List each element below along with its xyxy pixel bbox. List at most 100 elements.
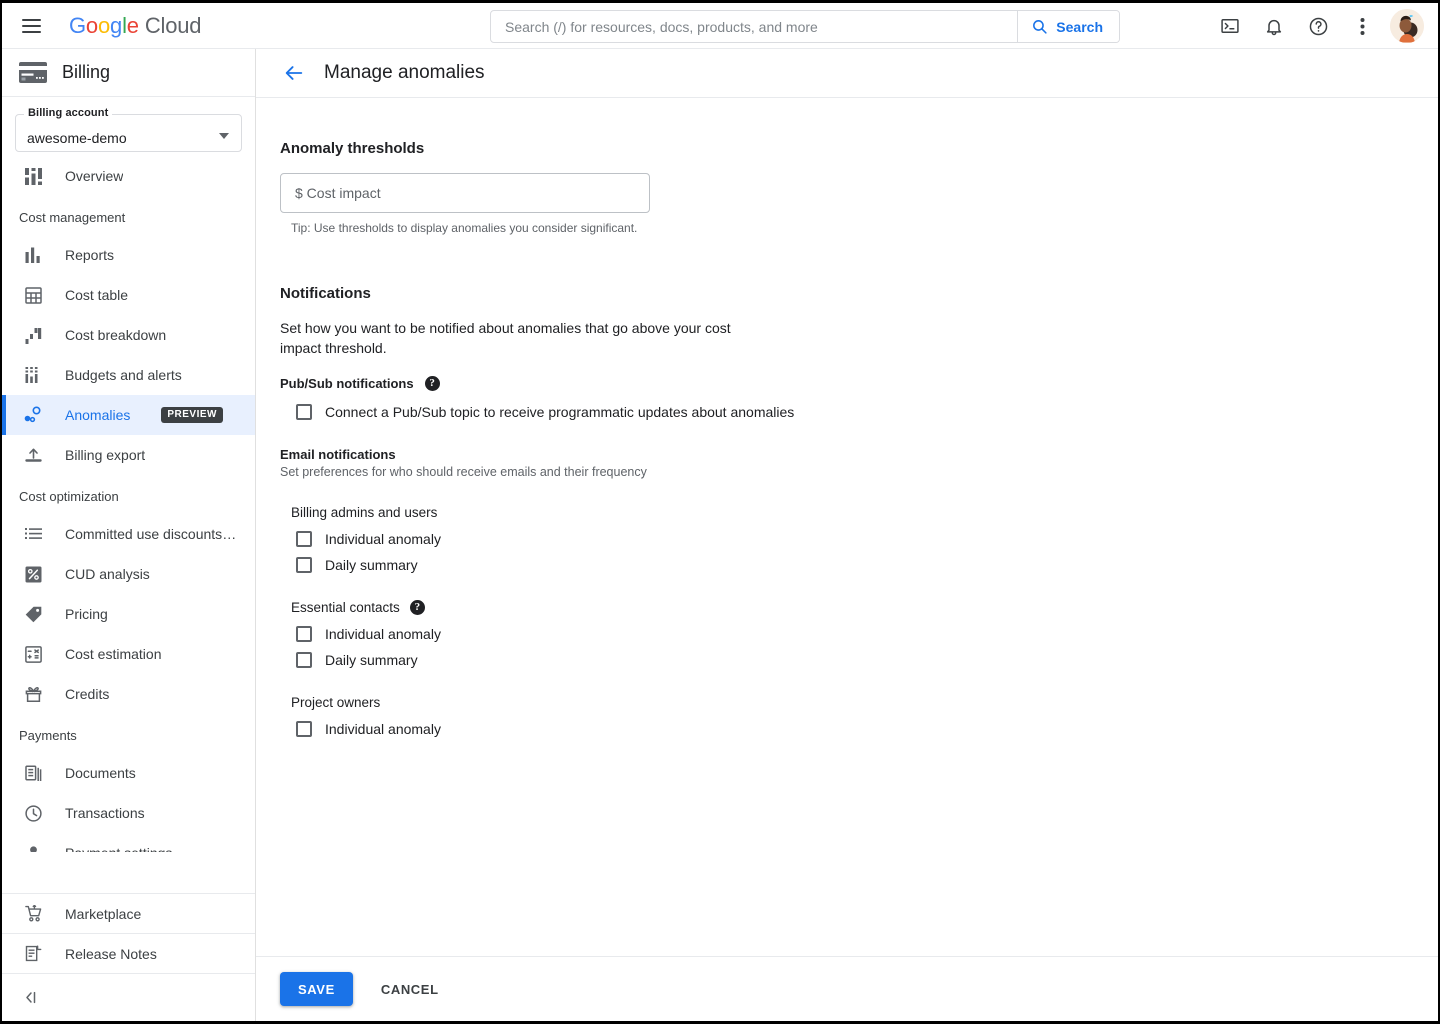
sidebar-item-cost-table[interactable]: Cost table (2, 275, 255, 315)
checkbox-row-individual-anomaly[interactable]: Individual anomaly (296, 621, 1438, 647)
sidebar-item-transactions[interactable]: Transactions (2, 793, 255, 833)
billing-account-label: Billing account (24, 107, 113, 119)
sidebar-scroll-area[interactable]: Billing account awesome-demo Overview Co… (2, 98, 255, 852)
hamburger-menu-icon[interactable] (22, 14, 46, 38)
help-filled-icon[interactable]: ? (409, 600, 425, 615)
sidebar-item-label: Transactions (65, 805, 145, 821)
billing-sidebar: Billing Billing account awesome-demo Ove… (2, 49, 256, 1021)
shopping-cart-icon (23, 904, 43, 924)
checkbox-row-individual-anomaly[interactable]: Individual anomaly (296, 526, 1438, 552)
sidebar-section-cost-optimization: Cost optimization (19, 489, 119, 504)
sidebar-item-credits[interactable]: Credits (2, 674, 255, 714)
pubsub-checkbox-row[interactable]: Connect a Pub/Sub topic to receive progr… (296, 399, 1438, 425)
pubsub-checkbox[interactable] (296, 404, 312, 420)
search-button[interactable]: Search (1017, 11, 1119, 42)
search-input[interactable] (491, 11, 1018, 42)
page-title: Manage anomalies (324, 62, 485, 83)
checkbox[interactable] (296, 652, 312, 668)
anomaly-dots-icon (23, 405, 43, 425)
notifications-description: Set how you want to be notified about an… (280, 320, 731, 356)
sidebar-item-anomalies[interactable]: Anomalies PREVIEW (2, 395, 255, 435)
checkbox-row-daily-summary[interactable]: Daily summary (296, 647, 1438, 673)
group-title: Project owners (291, 695, 381, 710)
sidebar-item-release-notes[interactable]: Release Notes (2, 933, 255, 973)
notifications-heading: Notifications (280, 285, 371, 302)
global-search[interactable]: Search (490, 10, 1120, 43)
table-icon (23, 285, 43, 305)
sidebar-item-cost-breakdown[interactable]: Cost breakdown (2, 315, 255, 355)
sidebar-item-reports[interactable]: Reports (2, 235, 255, 275)
checkbox-label: Individual anomaly (325, 626, 441, 642)
group-title: Billing admins and users (291, 505, 438, 520)
cost-impact-input[interactable] (280, 173, 650, 213)
sidebar-item-overview[interactable]: Overview (2, 156, 255, 196)
waterfall-icon (23, 325, 43, 345)
checkbox[interactable] (296, 557, 312, 573)
bar-chart-icon (23, 245, 43, 265)
notifications-bell-icon[interactable] (1252, 4, 1296, 48)
app-window: Google Cloud Search (/) for resources, d… (0, 0, 1440, 1024)
cancel-button[interactable]: CANCEL (371, 972, 449, 1006)
sidebar-item-label: Credits (65, 686, 110, 702)
brand-cloud-text: Cloud (144, 12, 202, 38)
sidebar-product-title: Billing (62, 62, 111, 82)
form-action-bar: SAVE CANCEL (256, 956, 1438, 1021)
dashboard-icon (23, 166, 43, 186)
checkbox[interactable] (296, 531, 312, 547)
user-avatar[interactable] (1390, 9, 1424, 43)
sidebar-item-documents[interactable]: Documents (2, 753, 255, 793)
sidebar-item-committed-use-discounts[interactable]: Committed use discounts (C... (2, 514, 255, 554)
sidebar-header: Billing (2, 49, 255, 97)
checkbox[interactable] (296, 626, 312, 642)
save-button[interactable]: SAVE (280, 972, 353, 1006)
sidebar-item-label: Cost breakdown (65, 327, 167, 343)
main-content: Manage anomalies Anomaly thresholds Tip:… (256, 49, 1438, 1021)
collapse-sidebar-button[interactable] (2, 973, 255, 1021)
billing-account-select[interactable]: Billing account awesome-demo (15, 107, 242, 152)
checkbox[interactable] (296, 721, 312, 737)
checkbox-label: Daily summary (325, 652, 418, 668)
google-cloud-logo[interactable]: Google Cloud (69, 13, 201, 39)
top-bar-actions (1208, 3, 1424, 49)
sidebar-pinned-section: Marketplace Release Notes (2, 893, 255, 1021)
sidebar-item-label: Budgets and alerts (65, 367, 182, 383)
sidebar-item-label: Documents (65, 765, 136, 781)
billing-account-value: awesome-demo (27, 130, 127, 146)
email-notifications-heading: Email notifications (280, 447, 396, 462)
group-project-owners: Project owners Individual anomaly (280, 695, 1438, 742)
budget-bars-icon (23, 365, 43, 385)
arrow-back-icon[interactable] (282, 61, 306, 85)
list-icon (23, 524, 43, 544)
sidebar-item-cost-estimation[interactable]: Cost estimation (2, 634, 255, 674)
checkbox-row-individual-anomaly[interactable]: Individual anomaly (296, 716, 1438, 742)
sidebar-item-payment-settings[interactable]: Payment settings (2, 833, 255, 852)
pubsub-label-row: Pub/Sub notifications ? (280, 376, 1438, 391)
checkbox-label: Individual anomaly (325, 721, 441, 737)
kebab-more-icon[interactable] (1340, 4, 1384, 48)
group-billing-admins-and-users: Billing admins and users Individual anom… (280, 505, 1438, 578)
documents-icon (23, 763, 43, 783)
checkbox-row-daily-summary[interactable]: Daily summary (296, 552, 1438, 578)
sidebar-item-billing-export[interactable]: Billing export (2, 435, 255, 475)
sidebar-section-payments: Payments (19, 728, 77, 743)
chevron-down-icon (219, 133, 229, 139)
sidebar-item-cud-analysis[interactable]: CUD analysis (2, 554, 255, 594)
help-filled-icon[interactable]: ? (424, 376, 440, 391)
sidebar-item-label: Reports (65, 247, 115, 263)
settings-form: Anomaly thresholds Tip: Use thresholds t… (256, 98, 1438, 742)
upload-icon (23, 445, 43, 465)
sidebar-item-label: Marketplace (65, 905, 142, 922)
cloud-shell-icon[interactable] (1208, 4, 1252, 48)
preview-badge: PREVIEW (161, 407, 223, 423)
cost-impact-tip: Tip: Use thresholds to display anomalies… (291, 221, 638, 235)
help-circle-icon[interactable] (1296, 4, 1340, 48)
release-notes-icon (23, 944, 43, 964)
search-button-label: Search (1056, 18, 1103, 35)
top-app-bar: Google Cloud Search (2, 3, 1438, 49)
clock-icon (23, 803, 43, 823)
sidebar-item-label: Pricing (65, 606, 108, 622)
sidebar-item-budgets-and-alerts[interactable]: Budgets and alerts (2, 355, 255, 395)
sidebar-item-label: Cost table (65, 287, 129, 303)
sidebar-item-marketplace[interactable]: Marketplace (2, 893, 255, 933)
sidebar-item-pricing[interactable]: Pricing (2, 594, 255, 634)
